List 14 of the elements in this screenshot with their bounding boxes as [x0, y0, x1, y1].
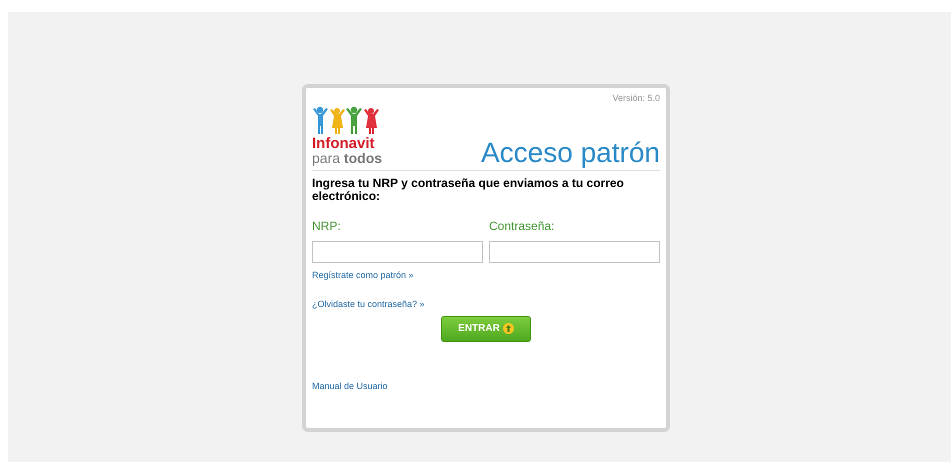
field-label: NRP:	[312, 218, 342, 234]
user-manual-link[interactable]: Manual de Usuario	[312, 380, 388, 393]
people-drawing	[312, 106, 380, 136]
forgot-password-link[interactable]: ¿Olvidaste tu contraseña? »	[312, 298, 425, 312]
arrow-up-icon	[502, 323, 514, 334]
instructions-text: Ingresa tu NRP y contraseña que enviamos a tu correo electrónico:	[312, 176, 625, 202]
nrp-field[interactable]	[312, 240, 483, 262]
logo-name: Infonavit	[312, 136, 376, 150]
version-label: Versión: 5.0	[612, 92, 660, 105]
password-field[interactable]	[489, 240, 660, 262]
logo-tagline: para todos	[312, 150, 382, 166]
register-link[interactable]: Regístrate como patrón »	[312, 268, 414, 282]
page-title: Acceso patrón	[481, 138, 660, 168]
field-label: Contraseña:	[489, 218, 556, 234]
